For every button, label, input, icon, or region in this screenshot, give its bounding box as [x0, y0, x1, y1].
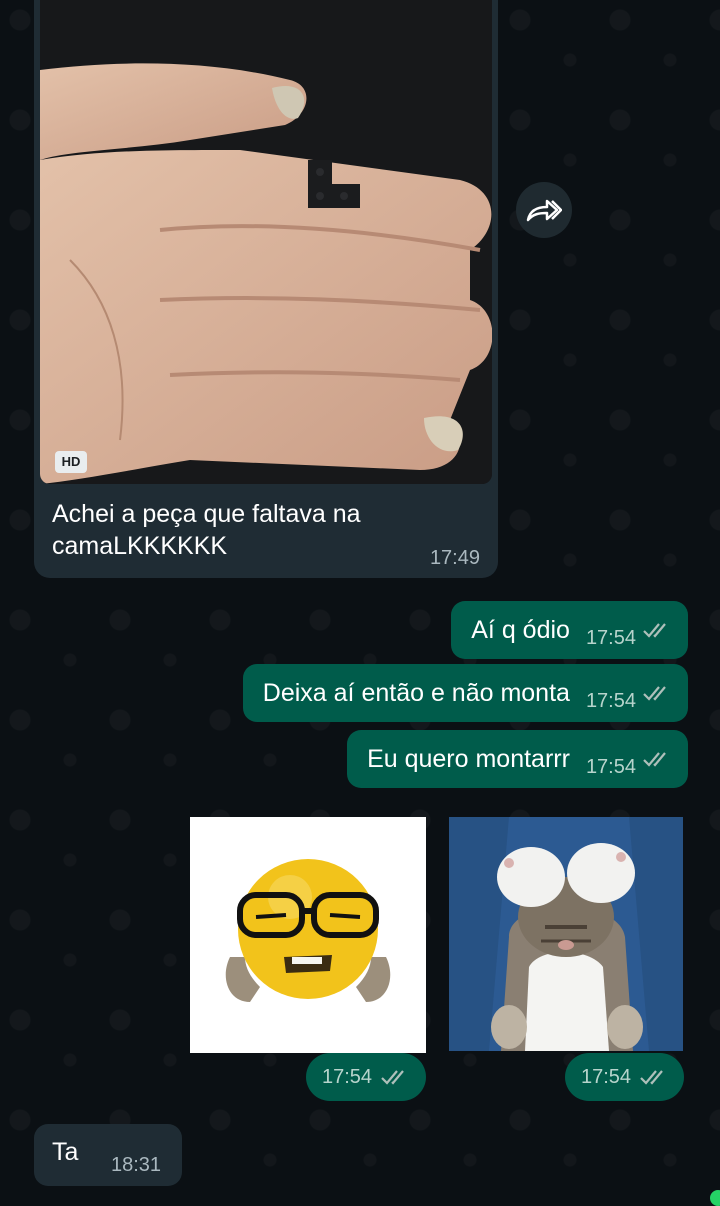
forward-button[interactable]	[516, 182, 572, 238]
message-timestamp: 17:54	[581, 1065, 632, 1088]
double-check-icon	[643, 686, 666, 701]
forward-icon	[526, 199, 562, 222]
message-timestamp: 18:31	[111, 1154, 162, 1176]
sticker-timestamp: 17:54	[306, 1053, 426, 1101]
hd-badge: HD	[55, 451, 87, 473]
sticker-timestamp: 17:54	[565, 1053, 684, 1101]
double-check-icon	[643, 623, 666, 638]
outgoing-message[interactable]: Eu quero montarrr 17:54	[347, 730, 688, 788]
double-check-icon	[381, 1070, 404, 1085]
double-check-icon	[643, 752, 666, 767]
message-timestamp: 17:49	[429, 547, 480, 569]
message-text: Eu quero montarrr	[367, 745, 570, 773]
cat-covering-eyes-sticker[interactable]	[449, 817, 683, 1051]
outgoing-message[interactable]: Aí q ódio 17:54	[451, 601, 688, 659]
double-check-icon	[640, 1070, 663, 1085]
online-indicator	[710, 1190, 720, 1206]
photo-image[interactable]: HD	[40, 0, 492, 484]
message-text: Aí q ódio	[471, 616, 570, 644]
outgoing-message[interactable]: Deixa aí então e não monta 17:54	[242, 664, 688, 722]
message-timestamp: 17:54	[585, 626, 636, 649]
message-timestamp: 17:54	[585, 689, 636, 712]
nerd-emoji-sticker[interactable]	[190, 817, 426, 1053]
message-text: Deixa aí então e não monta	[262, 679, 570, 707]
photo-caption: Achei a peça que faltava na camaLKKKKKK	[52, 500, 361, 560]
message-timestamp: 17:54	[585, 755, 636, 778]
message-timestamp: 17:54	[322, 1065, 373, 1088]
incoming-message[interactable]: Ta 18:31	[34, 1124, 182, 1186]
message-text: Ta	[52, 1138, 79, 1166]
incoming-photo-message[interactable]: HD Achei a peça que faltava na camaLKKKK…	[34, 0, 498, 578]
